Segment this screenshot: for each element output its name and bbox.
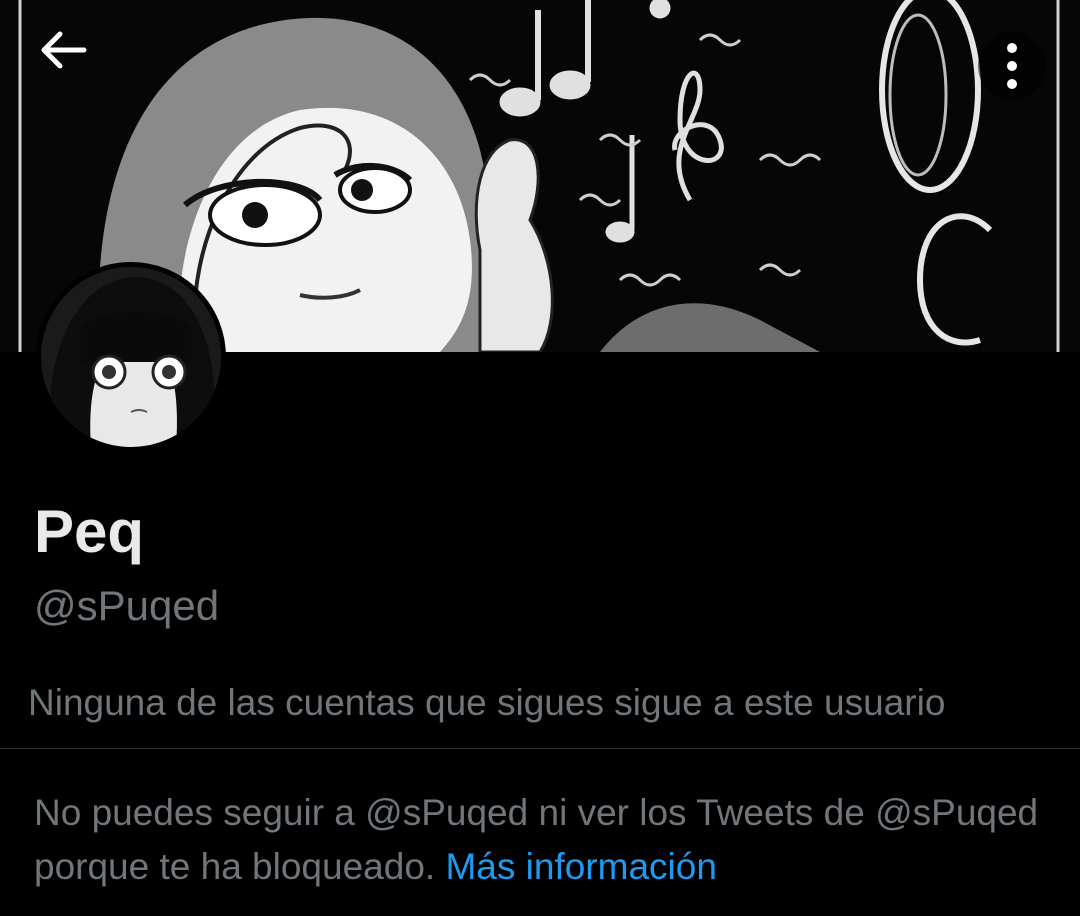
- learn-more-link[interactable]: Más información: [445, 846, 716, 887]
- avatar-image: [41, 267, 221, 447]
- display-name: Peq: [34, 498, 145, 565]
- arrow-left-icon: [41, 31, 87, 69]
- follow-context-text: Ninguna de las cuentas que sigues sigue …: [28, 682, 946, 723]
- more-vertical-icon: [978, 32, 1046, 100]
- profile-handle: @sPuqed: [34, 582, 220, 629]
- more-options-button[interactable]: [976, 30, 1048, 102]
- divider: [0, 748, 1080, 749]
- avatar[interactable]: [36, 262, 226, 452]
- back-button[interactable]: [38, 30, 110, 102]
- blocked-notice: No puedes seguir a @sPuqed ni ver los Tw…: [34, 786, 1044, 894]
